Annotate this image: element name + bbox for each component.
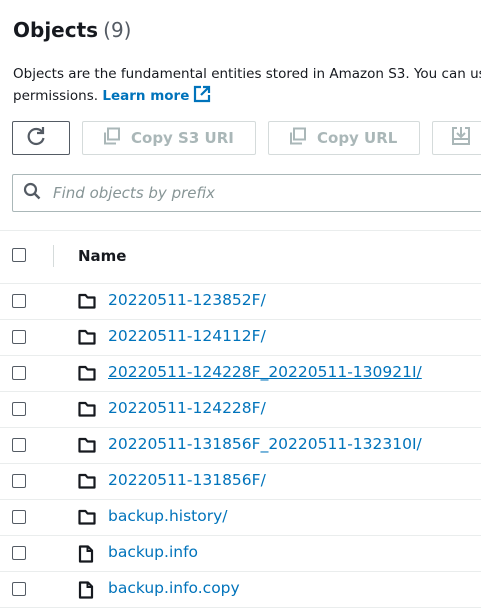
table-row[interactable]: 20220511-124112F/ <box>0 320 481 356</box>
row-checkbox[interactable] <box>12 438 26 452</box>
row-checkbox[interactable] <box>12 510 26 524</box>
table-row[interactable]: backup.info <box>0 536 481 572</box>
table-row[interactable]: backup.history/ <box>0 500 481 536</box>
download-button[interactable] <box>432 121 481 155</box>
external-link-icon <box>193 85 211 113</box>
table-row[interactable]: backup.info.copy <box>0 572 481 608</box>
copy-s3-uri-button[interactable]: Copy S3 URI <box>82 121 256 155</box>
object-name-link[interactable]: 20220511-131856F/ <box>108 471 266 489</box>
copy-icon <box>103 127 131 149</box>
table-row[interactable]: 20220511-123852F/ <box>0 284 481 320</box>
row-checkbox[interactable] <box>12 294 26 308</box>
row-checkbox[interactable] <box>12 474 26 488</box>
refresh-button[interactable] <box>12 121 70 155</box>
learn-more-link[interactable]: Learn more <box>102 85 211 104</box>
object-name-link[interactable]: backup.history/ <box>108 507 227 525</box>
column-divider <box>53 245 54 267</box>
search-box[interactable] <box>12 174 481 212</box>
search-input[interactable] <box>51 183 455 203</box>
table-row[interactable]: 20220511-124228F/ <box>0 392 481 428</box>
page-title: Objects <box>13 18 99 42</box>
object-name-link[interactable]: 20220511-124112F/ <box>108 327 266 345</box>
table-header: Name <box>0 231 481 284</box>
file-icon <box>78 545 94 567</box>
table-body: 20220511-123852F/20220511-124112F/202205… <box>0 284 481 608</box>
row-checkbox[interactable] <box>12 402 26 416</box>
copy-s3-uri-label: Copy S3 URI <box>131 129 234 147</box>
object-name-link[interactable]: 20220511-131856F_20220511-132310I/ <box>108 435 422 453</box>
folder-icon <box>78 509 96 529</box>
object-name-link[interactable]: backup.info.copy <box>108 579 240 597</box>
copy-url-label: Copy URL <box>317 129 398 147</box>
folder-icon <box>78 437 96 457</box>
copy-url-button[interactable]: Copy URL <box>268 121 420 155</box>
object-name-link[interactable]: 20220511-123852F/ <box>108 291 266 309</box>
table-row[interactable]: 20220511-124228F_20220511-130921I/ <box>0 356 481 392</box>
description-permissions-text: permissions. <box>13 88 99 104</box>
search-icon <box>23 182 41 204</box>
object-count: (9) <box>103 18 132 42</box>
copy-icon <box>289 127 317 149</box>
table-row[interactable]: 20220511-131856F/ <box>0 464 481 500</box>
row-checkbox[interactable] <box>12 582 26 596</box>
object-name-link[interactable]: 20220511-124228F/ <box>108 399 266 417</box>
table-row[interactable]: 20220511-131856F_20220511-132310I/ <box>0 428 481 464</box>
folder-icon <box>78 365 96 385</box>
column-header-name[interactable]: Name <box>78 247 126 265</box>
folder-icon <box>78 473 96 493</box>
select-all-checkbox[interactable] <box>12 248 26 262</box>
row-checkbox[interactable] <box>12 330 26 344</box>
folder-icon <box>78 329 96 349</box>
folder-icon <box>78 401 96 421</box>
row-checkbox[interactable] <box>12 366 26 380</box>
folder-icon <box>78 293 96 313</box>
download-icon <box>451 126 481 150</box>
objects-header: Objects (9) <box>13 18 132 42</box>
objects-table: Name 20220511-123852F/20220511-124112F/2… <box>0 230 481 608</box>
row-checkbox[interactable] <box>12 546 26 560</box>
learn-more-label: Learn more <box>102 88 190 104</box>
refresh-icon <box>25 125 57 151</box>
object-name-link[interactable]: backup.info <box>108 543 198 561</box>
object-name-link[interactable]: 20220511-124228F_20220511-130921I/ <box>108 363 422 381</box>
description-line-2: permissions. Learn more <box>13 82 211 113</box>
